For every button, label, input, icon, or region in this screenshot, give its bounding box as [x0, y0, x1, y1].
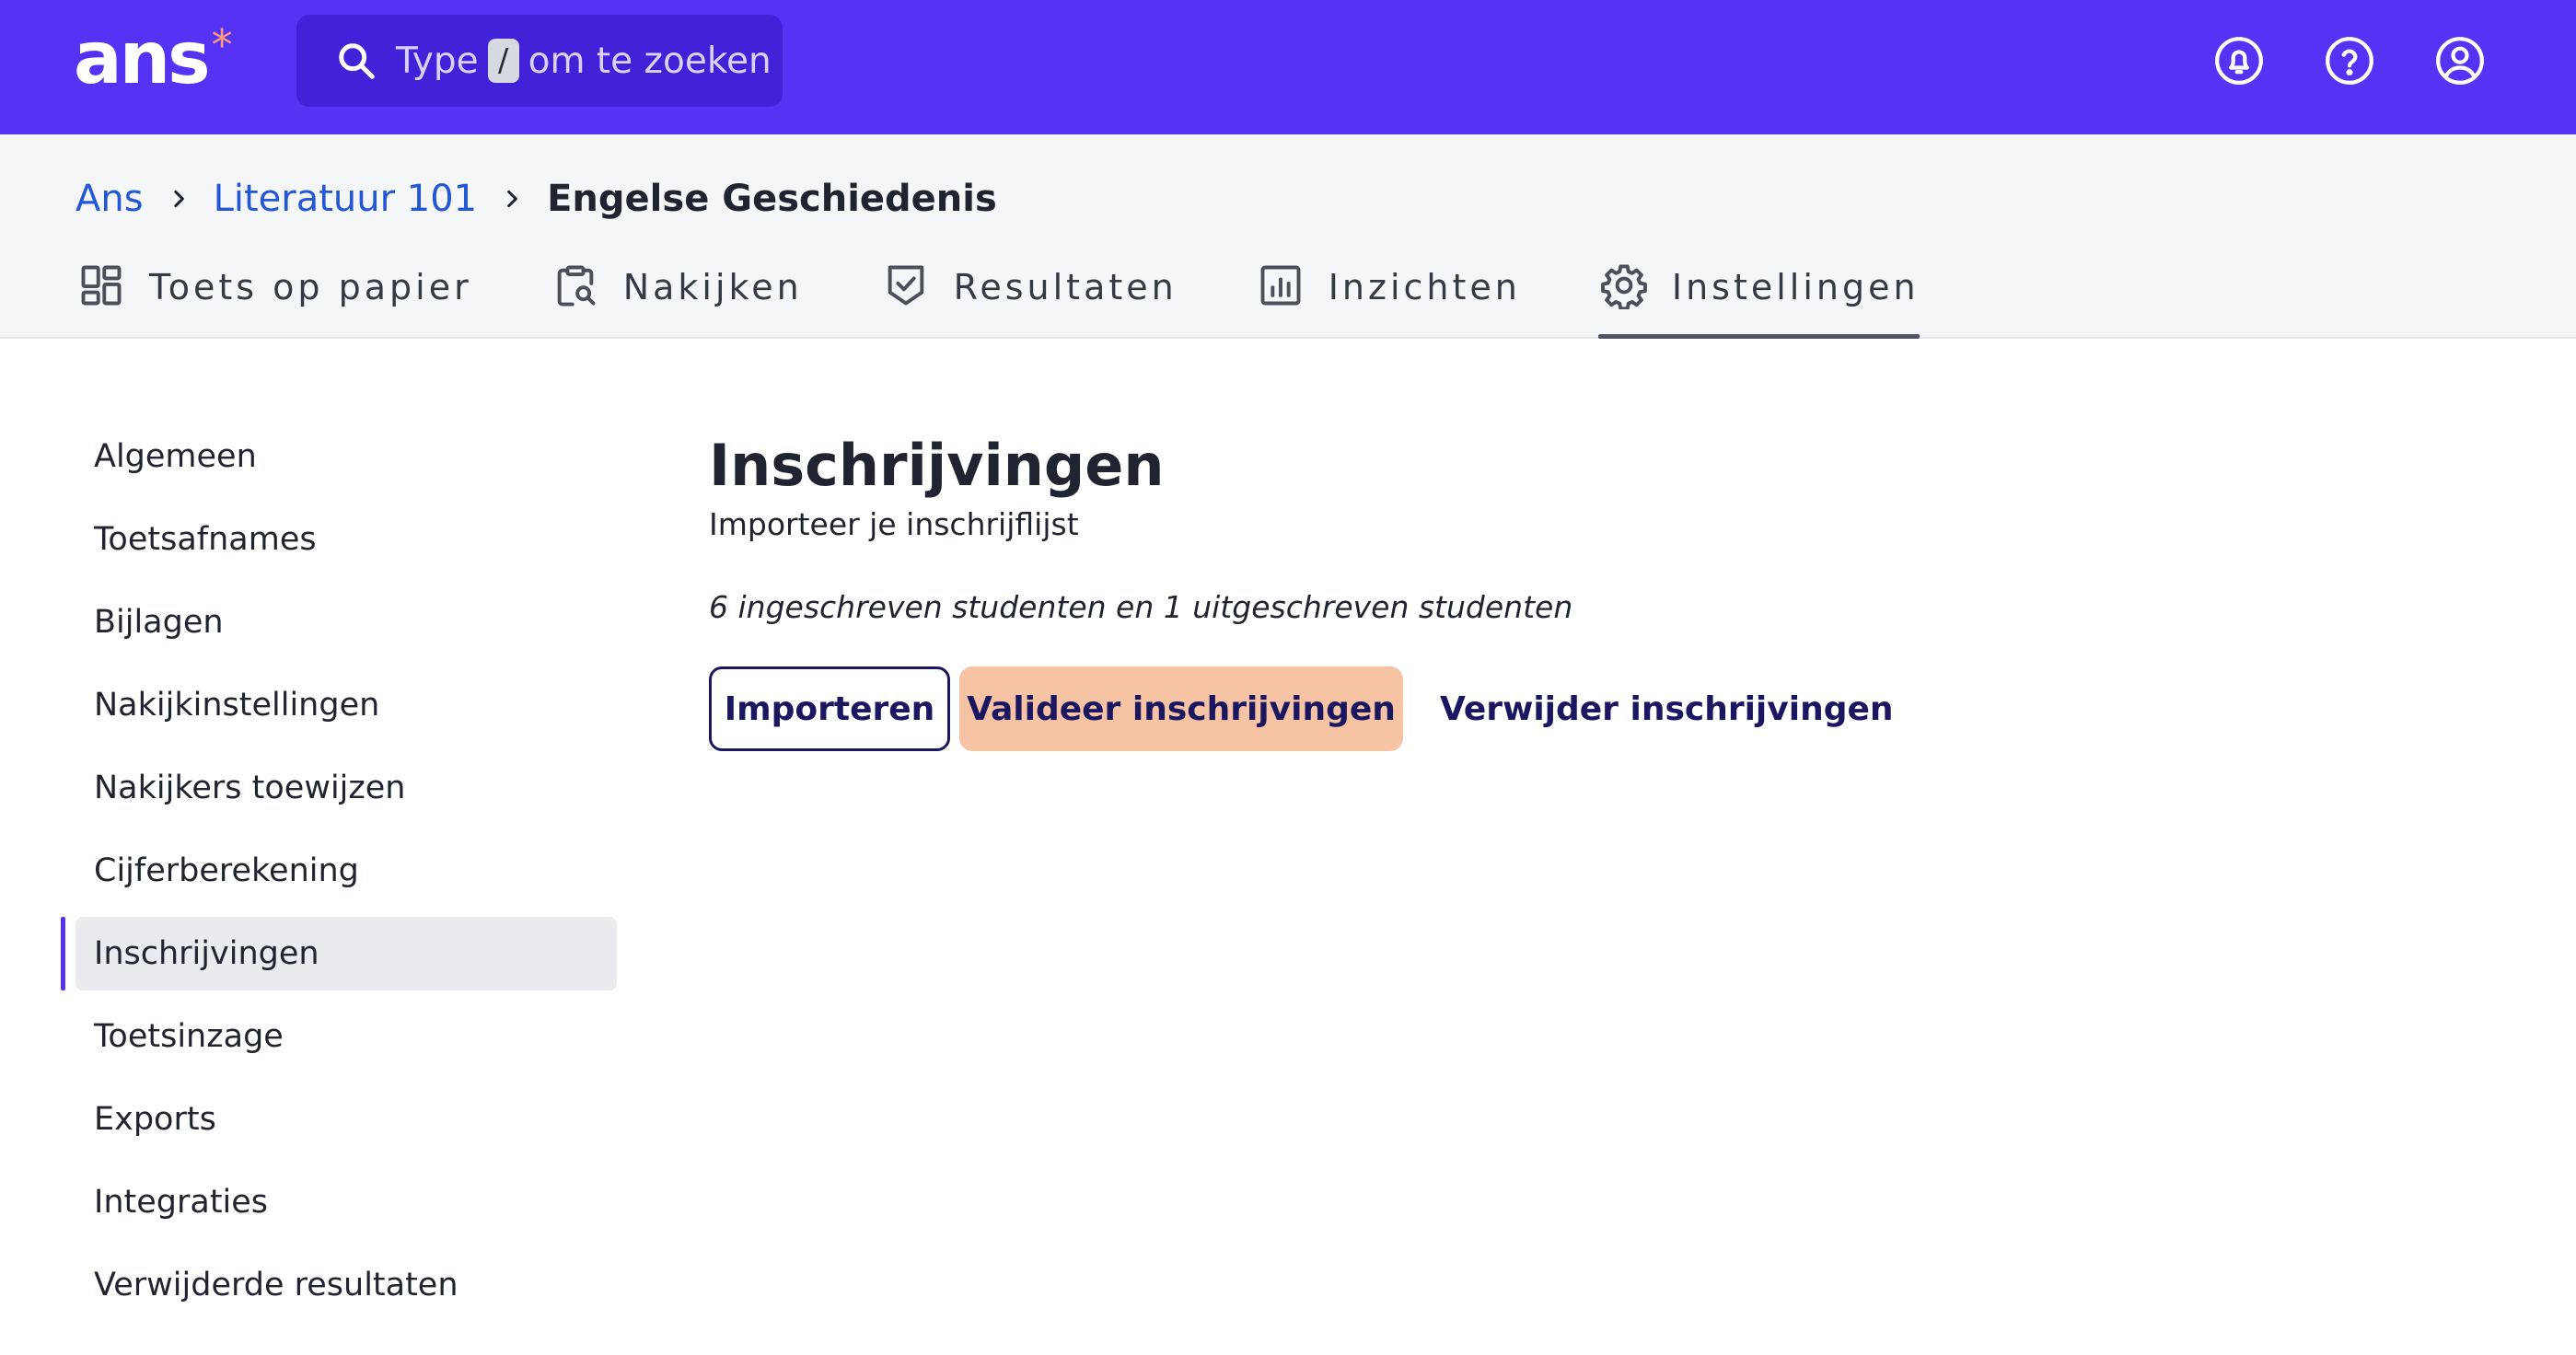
chevron-right-icon [160, 180, 197, 217]
breadcrumb-item-course[interactable]: Literatuur 101 [214, 178, 478, 220]
tab-resultaten[interactable]: Resultaten [882, 256, 1178, 339]
sidebar-item-toetsafnames[interactable]: Toetsafnames [61, 503, 617, 576]
sidebar-item-verwijderde-resultaten[interactable]: Verwijderde resultaten [61, 1248, 617, 1322]
notifications-icon[interactable] [2211, 33, 2267, 88]
chevron-right-icon [493, 180, 530, 217]
clipboard-search-icon [551, 261, 599, 309]
logo-text: ans [74, 17, 211, 100]
sidebar-item-nakijkinstellingen[interactable]: Nakijkinstellingen [61, 668, 617, 742]
sidebar-item-cijferberekening[interactable]: Cijferberekening [61, 834, 617, 908]
sub-header: Ans Literatuur 101 Engelse Geschiedenis … [0, 134, 2576, 339]
sidebar-item-integraties[interactable]: Integraties [61, 1165, 617, 1239]
search-prefix: Type [396, 40, 479, 82]
tab-toets-op-papier[interactable]: Toets op papier [77, 256, 472, 339]
tab-instellingen[interactable]: Instellingen [1597, 256, 1920, 339]
search-bar[interactable]: Type / om te zoeken [296, 15, 783, 107]
search-placeholder: Type / om te zoeken [396, 39, 772, 83]
search-icon [335, 40, 377, 82]
enrollment-summary: 6 ingeschreven studenten en 1 uitgeschre… [709, 589, 1573, 625]
sidebar-item-inschrijvingen[interactable]: Inschrijvingen [61, 917, 617, 990]
tab-label: Inzichten [1328, 267, 1521, 307]
delete-enrollments-button[interactable]: Verwijder inschrijvingen [1440, 666, 1894, 751]
tab-label: Nakijken [622, 267, 803, 307]
page-subtitle: Importeer je inschrijflijst [709, 506, 1079, 542]
search-suffix: om te zoeken [528, 40, 772, 82]
search-shortcut-key: / [487, 39, 519, 83]
tab-bar: Toets op papier Nakijken Resultaten Inzi… [77, 256, 1999, 339]
import-button[interactable]: Importeren [709, 666, 950, 751]
shield-check-icon [882, 261, 930, 309]
tab-label: Instellingen [1671, 267, 1920, 307]
tab-label: Resultaten [953, 267, 1178, 307]
help-icon[interactable] [2322, 33, 2377, 88]
ans-logo[interactable]: ans * [74, 13, 233, 105]
bar-chart-icon [1257, 261, 1305, 309]
tab-label: Toets op papier [149, 267, 472, 307]
account-icon[interactable] [2432, 33, 2488, 88]
tab-nakijken[interactable]: Nakijken [551, 256, 803, 339]
sidebar-item-toetsinzage[interactable]: Toetsinzage [61, 1000, 617, 1073]
breadcrumb: Ans Literatuur 101 Engelse Geschiedenis [75, 171, 997, 226]
sidebar-item-exports[interactable]: Exports [61, 1083, 617, 1156]
breadcrumb-item-current: Engelse Geschiedenis [547, 178, 997, 220]
top-bar: ans * Type / om te zoeken [0, 0, 2576, 134]
enrollment-actions: Importeren Valideer inschrijvingen Verwi… [709, 666, 2458, 751]
sidebar-item-bijlagen[interactable]: Bijlagen [61, 585, 617, 659]
breadcrumb-item-ans[interactable]: Ans [75, 178, 144, 220]
page-title: Inschrijvingen [709, 432, 1165, 499]
validate-enrollments-button[interactable]: Valideer inschrijvingen [959, 666, 1403, 751]
gear-icon [1600, 261, 1648, 309]
settings-sidebar: Algemeen Toetsafnames Bijlagen Nakijkins… [61, 420, 617, 1331]
logo-asterisk: * [211, 20, 233, 70]
dashboard-icon [77, 261, 125, 309]
sidebar-item-algemeen[interactable]: Algemeen [61, 420, 617, 493]
main-content: Inschrijvingen Importeer je inschrijflij… [709, 429, 2458, 751]
sidebar-item-nakijkers-toewijzen[interactable]: Nakijkers toewijzen [61, 751, 617, 825]
tab-inzichten[interactable]: Inzichten [1257, 256, 1521, 339]
